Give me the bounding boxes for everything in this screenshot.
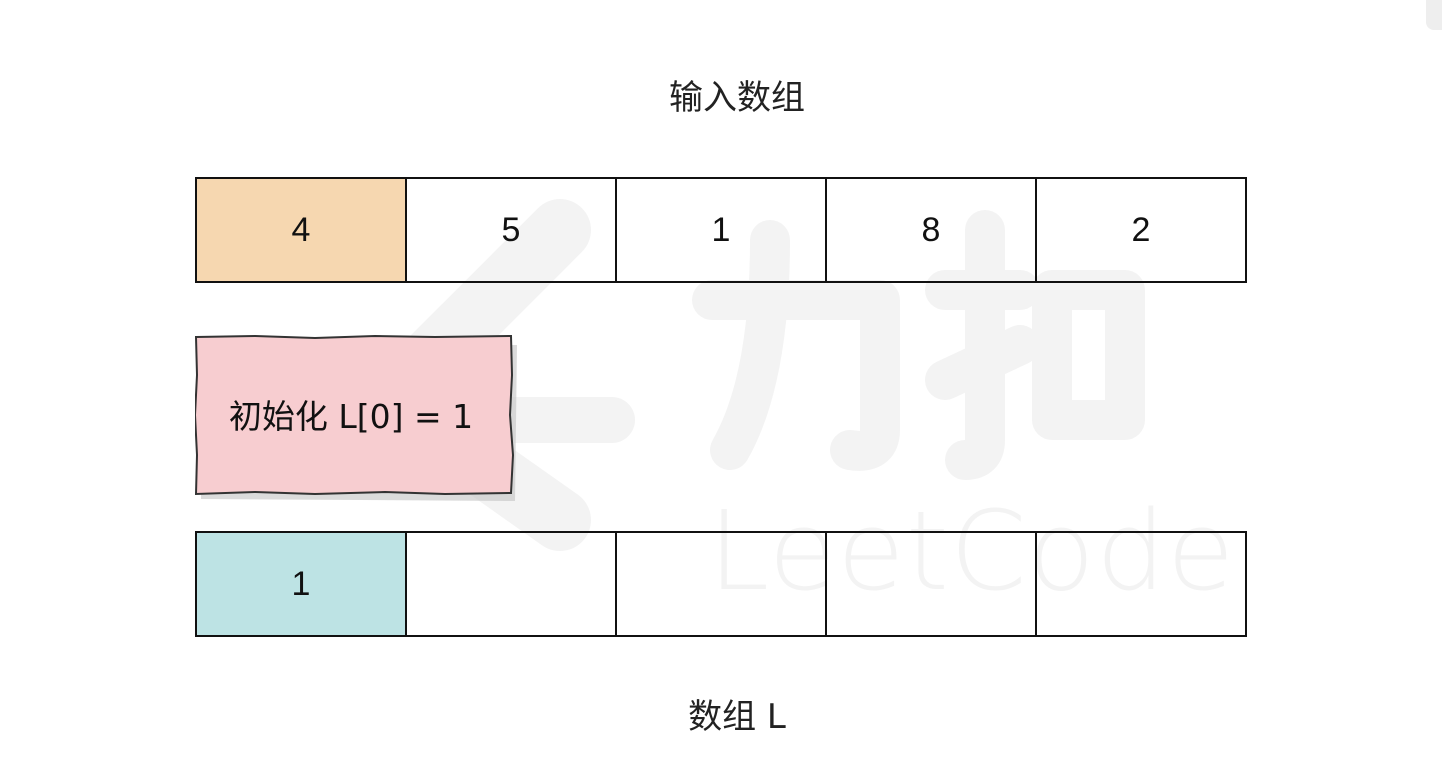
input-array: 4 5 1 8 2 bbox=[195, 177, 1255, 283]
output-cell-4 bbox=[1035, 531, 1247, 637]
input-cell-4: 2 bbox=[1035, 177, 1247, 283]
output-array-l: 1 bbox=[195, 531, 1255, 637]
output-cell-3 bbox=[825, 531, 1037, 637]
input-array-title: 输入数组 bbox=[669, 78, 805, 118]
init-note: 初始化 L[0] = 1 bbox=[195, 335, 517, 501]
output-cell-1 bbox=[405, 531, 617, 637]
init-note-text: 初始化 L[0] = 1 bbox=[228, 397, 474, 436]
diagram-canvas: LeetCode 输入数组 4 5 1 8 2 初始化 L[0] = 1 1 数… bbox=[0, 0, 1442, 766]
input-cell-2: 1 bbox=[615, 177, 827, 283]
input-cell-1: 5 bbox=[405, 177, 617, 283]
input-cell-3: 8 bbox=[825, 177, 1037, 283]
output-array-title: 数组 L bbox=[688, 697, 786, 737]
output-cell-0: 1 bbox=[195, 531, 407, 637]
output-cell-2 bbox=[615, 531, 827, 637]
corner-tab bbox=[1426, 0, 1442, 30]
input-cell-0: 4 bbox=[195, 177, 407, 283]
